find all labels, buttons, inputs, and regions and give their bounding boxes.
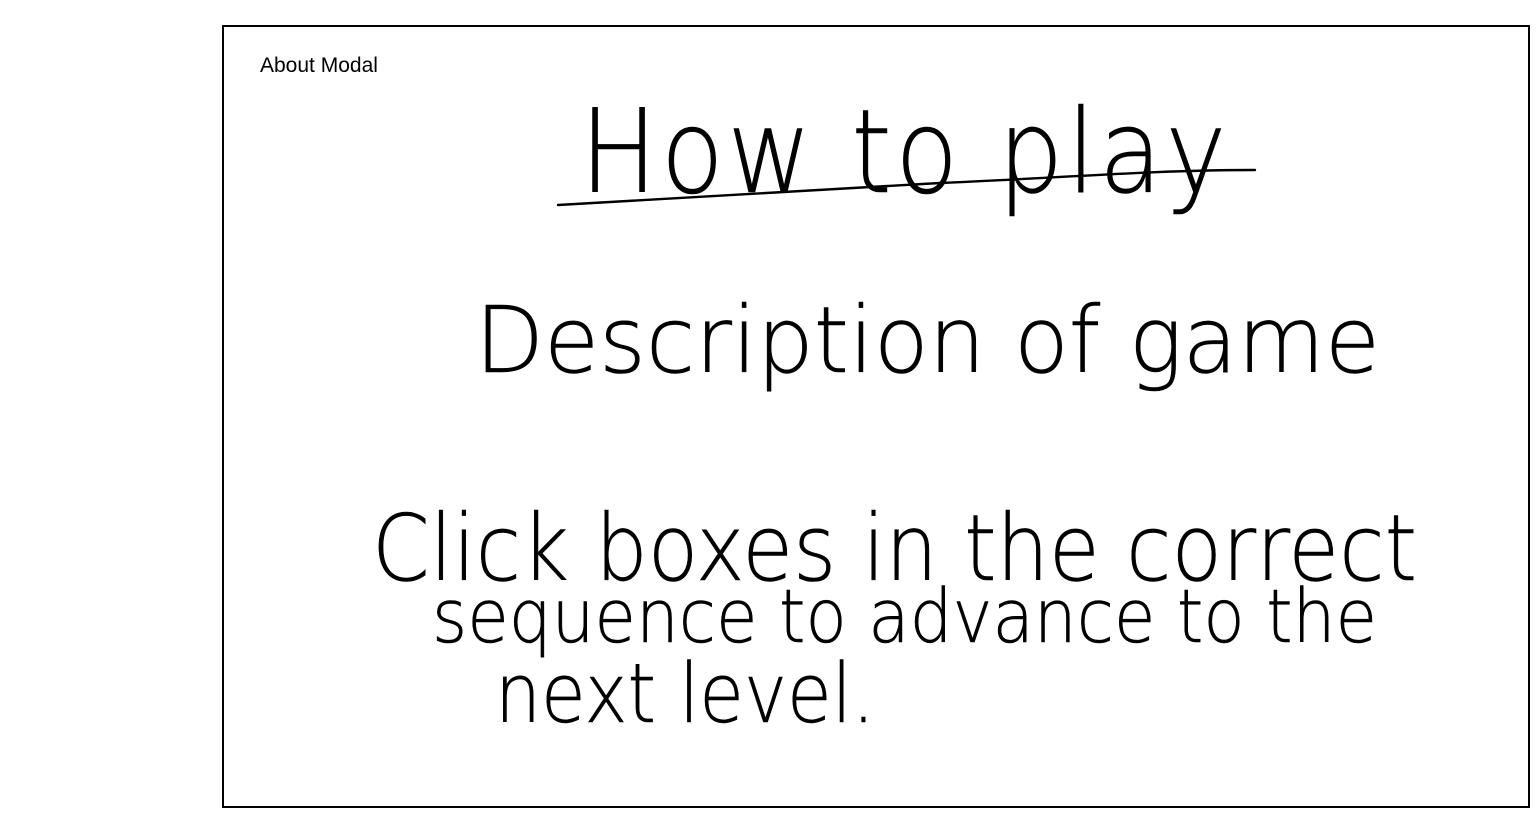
about-modal: About Modal (222, 25, 1530, 808)
modal-label: About Modal (260, 54, 378, 77)
